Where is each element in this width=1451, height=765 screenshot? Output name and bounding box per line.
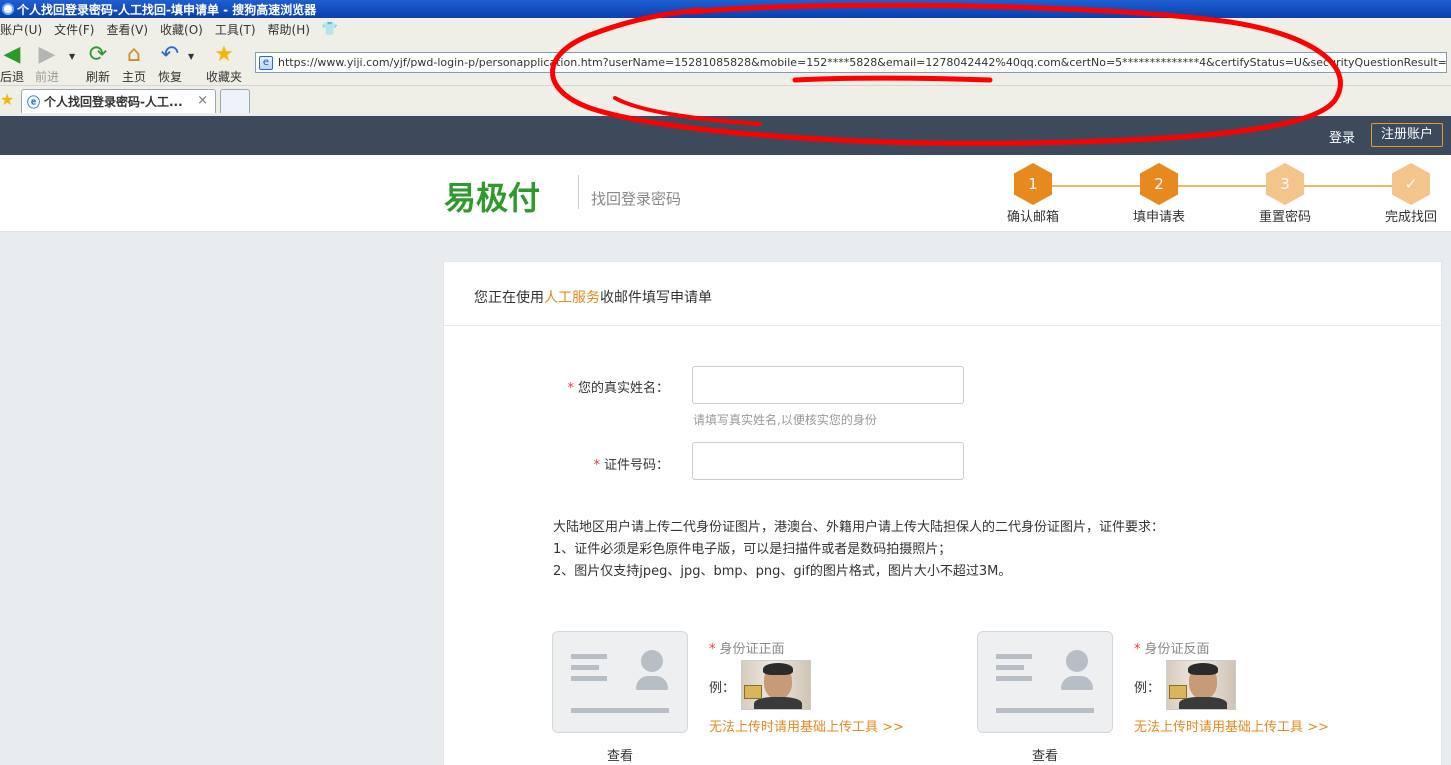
window-title: 个人找回登录密码-人工找回-填申请单 - 搜狗高速浏览器 xyxy=(17,2,317,17)
back-arrow-icon: ◀ xyxy=(3,42,21,67)
page-icon: ⓔ xyxy=(27,96,41,111)
upload-requirements: 大陆地区用户请上传二代身份证图片，港澳台、外籍用户请上传大陆担保人的二代身份证图… xyxy=(553,517,1164,583)
star-icon: ★ xyxy=(214,42,234,67)
name-label: * 您的真实姓名： xyxy=(567,381,669,396)
register-button[interactable]: 注册账户 xyxy=(1371,123,1443,147)
site-header: 易极付 找回登录密码 1 确认邮箱 2 填申请表 3 重置密码 ✓ 完成找回 xyxy=(0,155,1451,232)
page-icon: e xyxy=(259,55,273,70)
home-icon: ⌂ xyxy=(127,42,141,67)
step-number: 2 xyxy=(1140,163,1178,205)
basic-upload-tool-link[interactable]: 无法上传时请用基础上传工具 >> xyxy=(709,716,904,735)
menu-account[interactable]: 账户(U) xyxy=(0,21,42,38)
basic-upload-tool-link[interactable]: 无法上传时请用基础上传工具 >> xyxy=(1134,716,1329,735)
name-hint: 请填写真实姓名,以便核实您的身份 xyxy=(693,413,877,427)
back-button[interactable]: ◀ 后退 xyxy=(0,42,24,85)
step-complete: ✓ 完成找回 xyxy=(1371,163,1451,225)
header-subtitle: 找回登录密码 xyxy=(591,190,682,208)
person-icon xyxy=(1066,650,1088,672)
view-front-link[interactable]: 查看 xyxy=(552,745,688,764)
restore-dropdown-icon[interactable]: ▼ xyxy=(188,52,194,61)
id-front-title: * 身份证正面 xyxy=(709,642,785,657)
undo-icon: ↶ xyxy=(160,42,180,67)
favorites-star-icon[interactable]: ★ xyxy=(0,90,14,109)
id-front-upload-box[interactable] xyxy=(552,631,688,733)
close-tab-icon[interactable]: × xyxy=(197,93,208,108)
requirement-item: 2、图片仅支持jpeg、jpg、bmp、png、gif的图片格式，图片大小不超过… xyxy=(553,564,1012,579)
person-icon xyxy=(641,650,663,672)
check-icon: ✓ xyxy=(1392,163,1430,205)
application-form-card: 您正在使用人工服务收邮件填写申请单 * 您的真实姓名： 请填写真实姓名,以便核实您… xyxy=(443,261,1442,765)
address-url[interactable]: https://www.yiji.com/yjf/pwd-login-p/per… xyxy=(278,56,1446,69)
site-topbar: 登录 注册账户 xyxy=(0,116,1451,155)
cert-label: * 证件号码： xyxy=(593,458,669,473)
tab-active[interactable]: ⓔ 个人找回登录密码-人工... × xyxy=(21,89,216,113)
menu-view[interactable]: 查看(V) xyxy=(106,21,148,38)
forward-button[interactable]: ▶ 前进 xyxy=(35,42,59,85)
menu-tools[interactable]: 工具(T) xyxy=(215,21,256,38)
required-mark: * xyxy=(1134,642,1141,657)
site-logo[interactable]: 易极付 xyxy=(444,173,540,219)
step-number: 3 xyxy=(1266,163,1304,205)
step-label: 完成找回 xyxy=(1384,210,1437,225)
form-heading: 您正在使用人工服务收邮件填写申请单 xyxy=(444,262,1441,326)
menu-file[interactable]: 文件(F) xyxy=(54,21,94,38)
required-mark: * xyxy=(567,381,574,396)
example-label: 例： xyxy=(1134,681,1161,696)
skin-icon[interactable]: 👕 xyxy=(322,22,338,37)
restore-button[interactable]: ↶ 恢复 xyxy=(158,42,182,85)
requirements-intro: 大陆地区用户请上传二代身份证图片，港澳台、外籍用户请上传大陆担保人的二代身份证图… xyxy=(553,520,1165,535)
step-label: 填申请表 xyxy=(1132,210,1185,225)
window-titlebar: 个人找回登录密码-人工找回-填申请单 - 搜狗高速浏览器 xyxy=(0,0,1451,18)
refresh-icon: ⟳ xyxy=(88,42,108,67)
step-confirm-email: 1 确认邮箱 xyxy=(993,163,1073,225)
view-back-link[interactable]: 查看 xyxy=(977,745,1113,764)
address-bar[interactable]: e https://www.yiji.com/yjf/pwd-login-p/p… xyxy=(255,52,1447,73)
forward-arrow-icon: ▶ xyxy=(38,42,56,67)
logo-divider xyxy=(578,175,579,209)
manual-service-link[interactable]: 人工服务 xyxy=(544,290,600,306)
example-id-photo xyxy=(1166,660,1236,710)
required-mark: * xyxy=(593,458,600,473)
real-name-input[interactable] xyxy=(692,366,964,404)
cert-number-input[interactable] xyxy=(692,442,964,480)
menu-help[interactable]: 帮助(H) xyxy=(268,21,310,38)
browser-logo-icon xyxy=(2,3,14,15)
favorites-button[interactable]: ★ 收藏夹 xyxy=(206,42,242,85)
required-mark: * xyxy=(709,642,716,657)
forward-dropdown-icon[interactable]: ▼ xyxy=(69,52,75,61)
step-fill-form: 2 填申请表 xyxy=(1119,163,1199,225)
new-tab-button[interactable] xyxy=(220,89,250,113)
tab-strip: ★ ⓔ 个人找回登录密码-人工... × xyxy=(0,86,1451,114)
step-label: 确认邮箱 xyxy=(1006,210,1059,225)
example-id-photo xyxy=(741,660,811,710)
menu-favorites[interactable]: 收藏(O) xyxy=(160,21,203,38)
requirement-item: 1、证件必须是彩色原件电子版，可以是扫描件或者是数码拍摄照片； xyxy=(553,542,952,557)
id-back-upload-box[interactable] xyxy=(977,631,1113,733)
menubar: 账户(U) 文件(F) 查看(V) 收藏(O) 工具(T) 帮助(H) 👕 xyxy=(0,18,1451,40)
home-button[interactable]: ⌂ 主页 xyxy=(122,42,146,85)
tab-label: 个人找回登录密码-人工... xyxy=(44,95,183,109)
step-number: 1 xyxy=(1014,163,1052,205)
step-reset-password: 3 重置密码 xyxy=(1245,163,1325,225)
id-back-title: * 身份证反面 xyxy=(1134,642,1210,657)
example-label: 例： xyxy=(709,681,736,696)
step-label: 重置密码 xyxy=(1258,210,1311,225)
refresh-button[interactable]: ⟳ 刷新 xyxy=(86,42,110,85)
login-link[interactable]: 登录 xyxy=(1329,127,1355,146)
